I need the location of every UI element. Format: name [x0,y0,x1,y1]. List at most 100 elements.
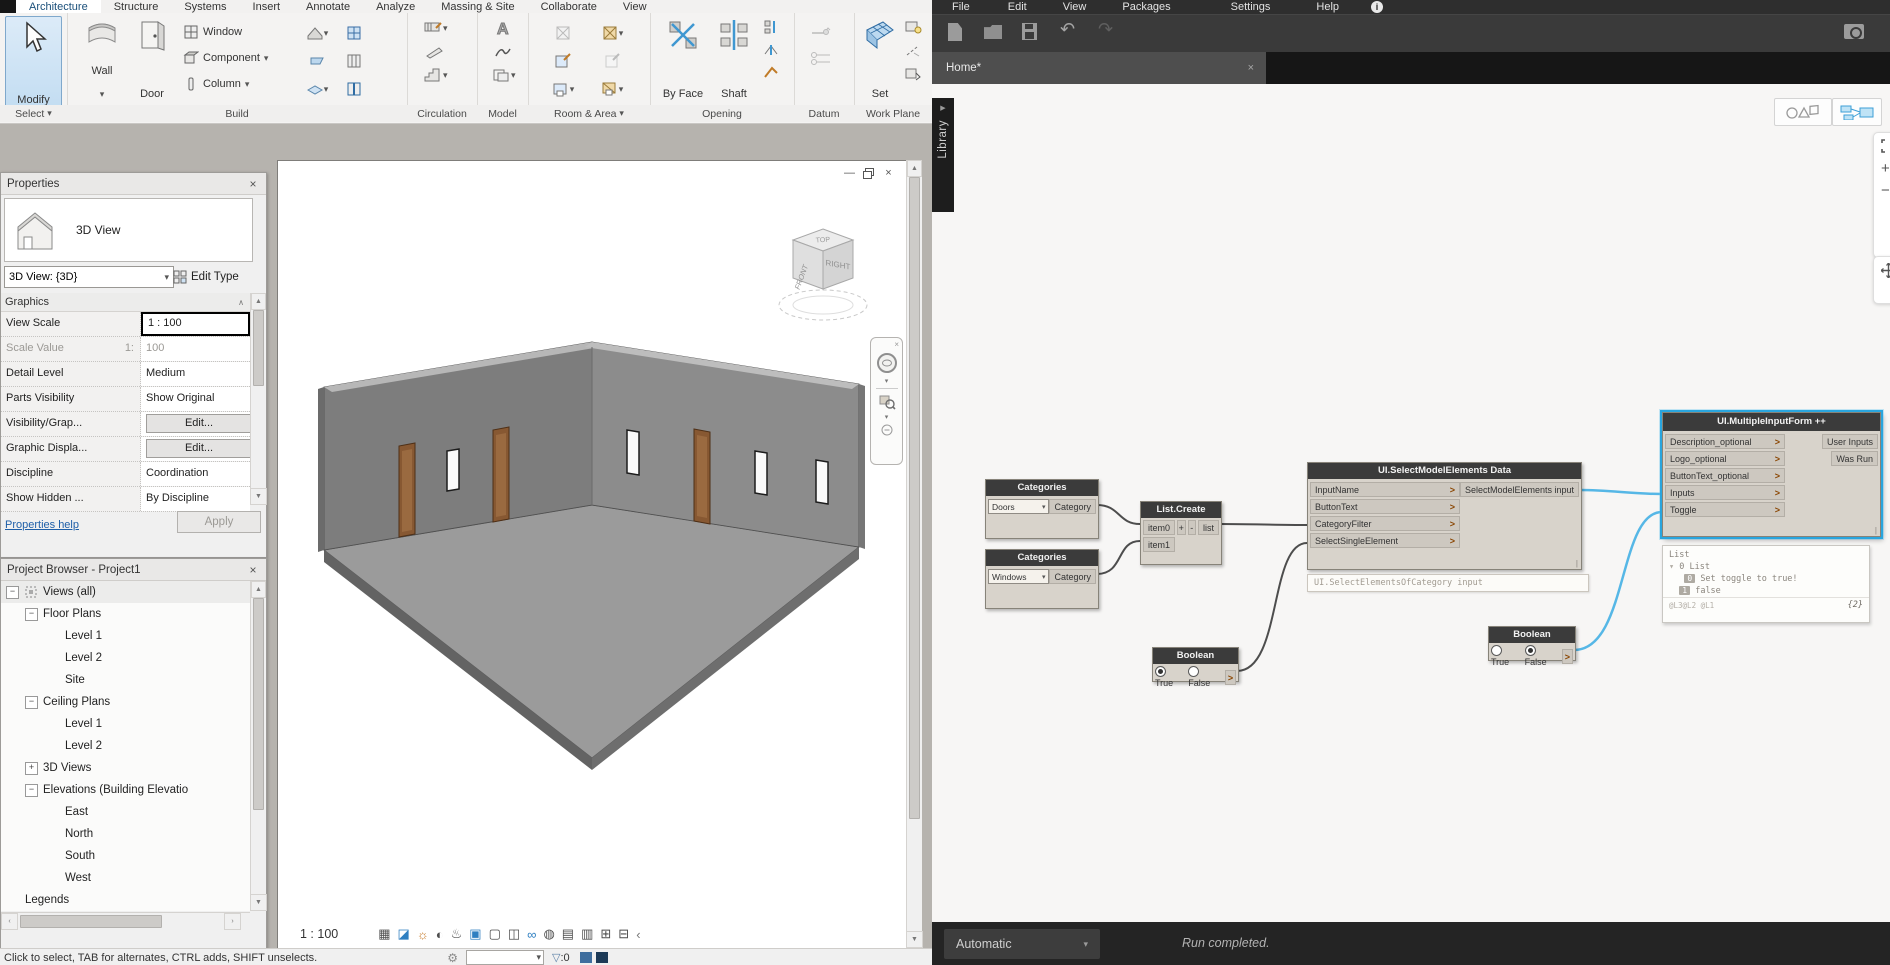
filter-icon[interactable]: ▽ [552,951,560,964]
apply-button[interactable]: Apply [177,511,261,533]
port-in-logo[interactable]: Logo_optional> [1665,451,1785,466]
expander-icon[interactable]: + [25,762,38,775]
properties-scrollbar[interactable]: ▲ ▼ [250,293,266,505]
collapse-bar-icon[interactable]: ‹ [636,927,640,942]
properties-help-link[interactable]: Properties help [5,515,79,533]
prop-row-show-hidden[interactable]: Show Hidden ... By Discipline [1,487,250,512]
node-title[interactable]: UI.SelectModelElements Data [1308,463,1581,479]
window-1[interactable] [447,449,459,491]
save-icon[interactable] [1022,23,1037,40]
worksharing-display-icon[interactable]: ⊟ [618,926,629,942]
node-categories-windows[interactable]: Categories Windows ▾ Category [985,549,1099,609]
render-icon[interactable]: ♨ [451,926,463,942]
model-text-button[interactable]: A [491,19,516,37]
categories-doors-dropdown[interactable]: Doors ▾ [988,499,1049,514]
tree-item-elevations[interactable]: −Elevations (Building Elevatio [1,779,250,801]
tree-item-site[interactable]: Site [1,669,250,691]
edit-type-button[interactable]: Edit Type [173,266,239,288]
expander-icon[interactable]: − [25,696,38,709]
reveal-hidden-icon[interactable]: ◍ [543,926,554,942]
port-in-selectsingleelement[interactable]: SelectSingleElement> [1310,533,1460,548]
run-mode-dropdown[interactable]: Automatic ▾ [944,929,1100,959]
port-in-toggle[interactable]: Toggle> [1665,502,1785,517]
tab-home[interactable]: Home* × [932,52,1266,84]
remove-input-button[interactable]: - [1188,520,1197,535]
model-line-button[interactable] [491,45,516,59]
tab-close-icon[interactable]: × [1248,62,1254,74]
prop-row-graphic-display[interactable]: Graphic Displa... Edit... [1,437,250,462]
view-scale-input[interactable]: 1 : 100 [141,312,250,336]
floor-button[interactable]: ▾ [295,75,339,103]
radio-true[interactable]: True [1155,666,1184,688]
stair-button[interactable]: ▾ [423,67,448,83]
node-categories-doors[interactable]: Categories Doors ▾ Category [985,479,1099,539]
steering-wheel-icon[interactable] [876,352,898,374]
tag-room-button[interactable]: ▾ [540,75,586,103]
scroll-up-icon[interactable]: ▲ [907,160,922,177]
port-out-user-inputs[interactable]: User Inputs [1822,434,1878,449]
node-list-create[interactable]: List.Create item0 + - list item1 [1140,501,1222,565]
temp-view-properties-icon[interactable]: ▤ [562,926,574,942]
prop-row-discipline[interactable]: Discipline Coordination [1,462,250,487]
tree-item-level2[interactable]: Level 2 [1,647,250,669]
detail-level-icon[interactable]: ▦ [378,926,390,942]
tab-systems[interactable]: Systems [171,0,239,13]
mullion-button[interactable] [339,75,369,103]
node-select-model-elements[interactable]: UI.SelectModelElements Data InputName> B… [1307,462,1582,570]
port-in-buttontext[interactable]: ButtonText_optional> [1665,468,1785,483]
level-button[interactable] [810,23,832,37]
menu-edit[interactable]: Edit [1008,0,1027,15]
background-process-icon[interactable] [580,952,592,963]
shadows-icon[interactable]: ◐ [436,927,444,942]
viewer-button[interactable] [904,67,922,83]
library-expand-icon[interactable]: ▶ [940,104,945,112]
node-title[interactable]: List.Create [1141,502,1221,518]
port-in-buttontext[interactable]: ButtonText> [1310,499,1460,514]
tab-structure[interactable]: Structure [101,0,172,13]
radio-true[interactable]: True [1491,645,1521,667]
scroll-down-icon[interactable]: ▼ [906,931,923,948]
scroll-thumb[interactable] [253,310,264,386]
properties-close-icon[interactable]: × [246,177,260,191]
navbar-collapse-icon[interactable] [881,424,893,436]
browser-vscrollbar[interactable]: ▲ ▼ [250,581,266,911]
ramp-button[interactable] [423,45,448,59]
roof-button[interactable]: ▾ [295,19,339,47]
radio-false[interactable]: False [1188,666,1221,688]
panel-label-datum[interactable]: Datum [794,105,855,122]
viewcube[interactable]: TOP FRONT RIGHT [773,213,873,328]
area-button[interactable]: ▾ [586,19,638,47]
node-title[interactable]: Categories [986,550,1098,566]
expander-icon[interactable]: − [25,784,38,797]
tree-item-ceiling-plans[interactable]: −Ceiling Plans [1,691,250,713]
pan-icon[interactable] [1881,263,1890,278]
section-collapse-icon[interactable]: ∧ [238,298,250,307]
panel-label-opening[interactable]: Opening [650,105,795,122]
crop-view-icon[interactable]: ▣ [469,926,481,942]
port-out-list[interactable]: list [1198,520,1219,535]
export-image-icon[interactable] [1844,24,1864,39]
hide-isolate-icon[interactable]: ∞ [527,927,536,942]
node-title[interactable]: Boolean [1153,648,1238,664]
zoom-dropdown-icon[interactable]: ▾ [885,413,889,421]
vertical-opening-button[interactable] [762,43,780,57]
tab-massing-site[interactable]: Massing & Site [428,0,527,13]
open-file-icon[interactable] [984,25,1002,39]
menu-help[interactable]: Help [1316,0,1339,15]
view-selector-dropdown[interactable]: 3D View: {3D} ▾ [4,266,174,288]
scroll-down-icon[interactable]: ▼ [250,488,267,505]
sun-path-icon[interactable]: ☼ [417,927,429,942]
dynamo-canvas[interactable]: ▶ Library [932,84,1890,922]
scroll-thumb[interactable] [909,177,920,819]
tab-analyze[interactable]: Analyze [363,0,428,13]
visual-style-icon[interactable]: ◪ [398,926,410,942]
zoom-in-icon[interactable]: + [1881,163,1890,175]
lock-view-icon[interactable]: ◫ [508,926,520,942]
project-browser-close-icon[interactable]: × [246,563,260,577]
app-menu-icon[interactable] [0,0,16,13]
tab-view[interactable]: View [610,0,660,13]
node-multiple-input-form[interactable]: UI.MultipleInputForm ++ Description_opti… [1662,412,1881,537]
tree-item-level1[interactable]: Level 1 [1,625,250,647]
window-4[interactable] [816,460,828,504]
3d-viewport[interactable]: — × TOP FRONT RIGHT × [277,160,907,950]
